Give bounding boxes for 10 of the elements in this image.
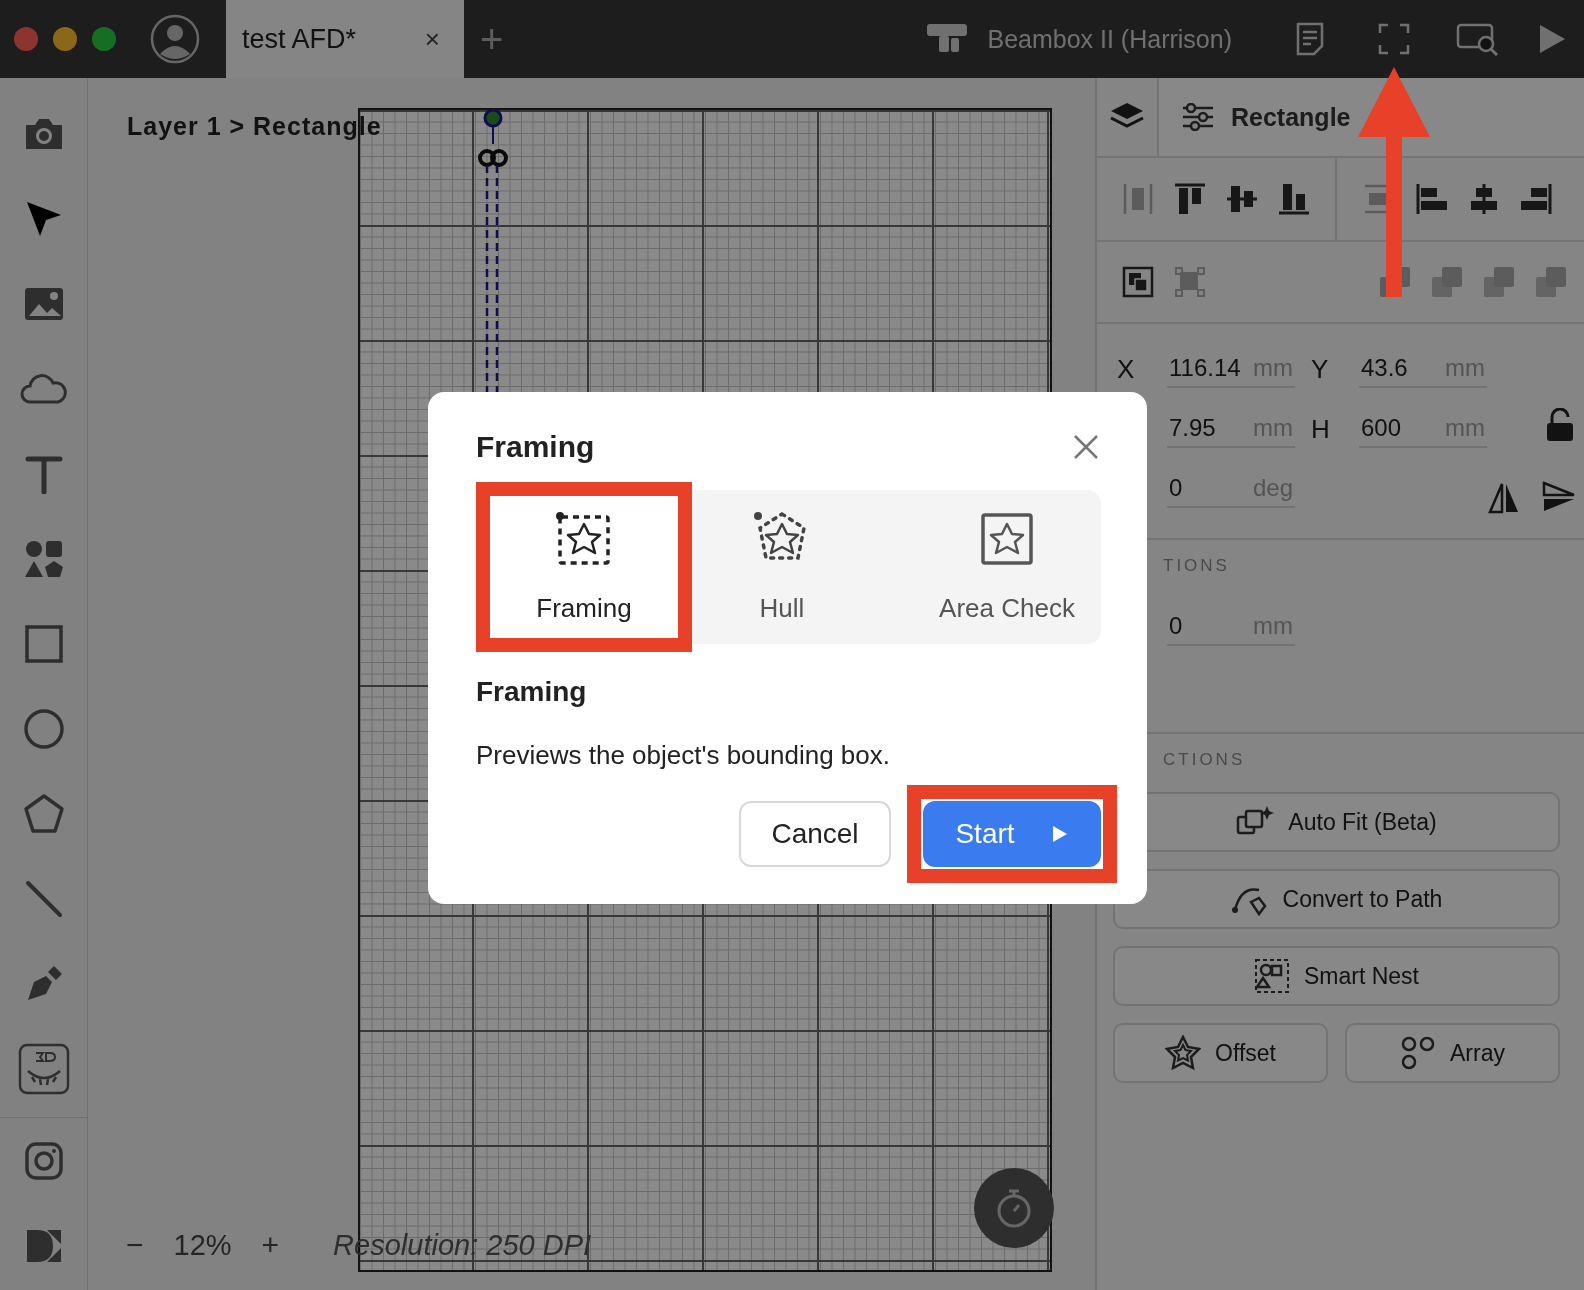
mode-description: Previews the object's bounding box.	[476, 740, 891, 771]
mode-title: Framing	[476, 676, 588, 708]
tab-title: test AFD*	[242, 23, 357, 55]
section-header: CTIONS	[1163, 750, 1247, 770]
dialog-title: Framing	[476, 430, 595, 464]
zoom-level: 12%	[173, 1228, 232, 1262]
field-label: H	[1311, 413, 1330, 444]
section-header: TIONS	[1163, 556, 1231, 576]
field-label: X	[1117, 353, 1135, 384]
field-label: Y	[1311, 353, 1329, 384]
